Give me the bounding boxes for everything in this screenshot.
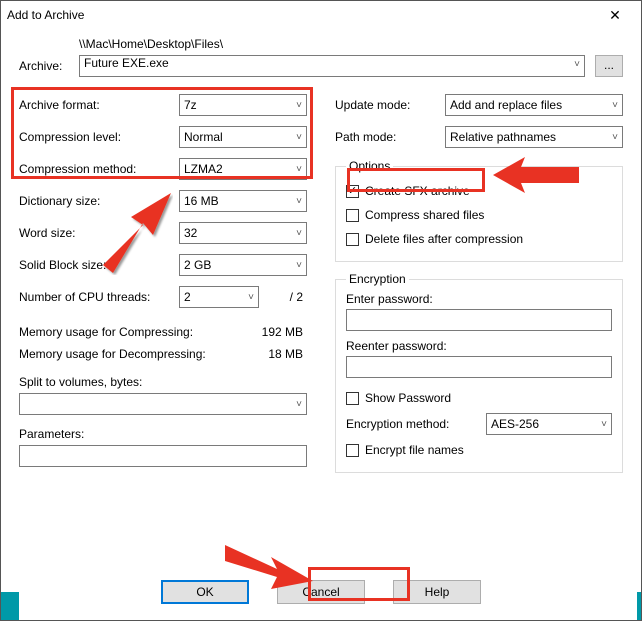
update-mode-select[interactable]: Add and replace files ˅ — [445, 94, 623, 116]
solid-block-size-select[interactable]: 2 GB ˅ — [179, 254, 307, 276]
memory-decompress-value: 18 MB — [268, 347, 307, 361]
chevron-down-icon: ˅ — [296, 260, 302, 271]
encrypt-filenames-checkbox[interactable] — [346, 444, 359, 457]
reenter-password-label: Reenter password: — [346, 339, 612, 353]
compression-method-select[interactable]: LZMA2 ˅ — [179, 158, 307, 180]
word-size-label: Word size: — [19, 226, 179, 240]
button-bar: OK Cancel Help — [1, 580, 641, 604]
show-password-label: Show Password — [365, 391, 451, 405]
archive-format-select[interactable]: 7z ˅ — [179, 94, 307, 116]
chevron-down-icon: ˅ — [612, 132, 618, 143]
word-size-select[interactable]: 32 ˅ — [179, 222, 307, 244]
chevron-down-icon: ˅ — [296, 399, 302, 410]
parameters-label: Parameters: — [19, 427, 307, 441]
encryption-method-label: Encryption method: — [346, 417, 486, 431]
memory-decompress-label: Memory usage for Decompressing: — [19, 347, 268, 361]
memory-compress-label: Memory usage for Compressing: — [19, 325, 262, 339]
compress-shared-label: Compress shared files — [365, 208, 484, 222]
compression-method-label: Compression method: — [19, 162, 179, 176]
dictionary-size-label: Dictionary size: — [19, 194, 179, 208]
sfx-label: Create SFX archive — [365, 184, 470, 198]
delete-after-checkbox[interactable] — [346, 233, 359, 246]
chevron-down-icon: ˅ — [612, 100, 618, 111]
compression-level-label: Compression level: — [19, 130, 179, 144]
dialog-window: Add to Archive ✕ \\Mac\Home\Desktop\File… — [0, 0, 642, 621]
chevron-down-icon: ˅ — [296, 132, 302, 143]
browse-button[interactable]: ... — [595, 55, 623, 77]
chevron-down-icon: ˅ — [248, 292, 254, 303]
show-password-checkbox[interactable] — [346, 392, 359, 405]
ok-button[interactable]: OK — [161, 580, 249, 604]
compress-shared-checkbox[interactable] — [346, 209, 359, 222]
chevron-down-icon: ˅ — [601, 419, 607, 430]
options-group: Options Create SFX archive Compress shar… — [335, 159, 623, 262]
background-decoration — [1, 592, 19, 620]
dictionary-size-select[interactable]: 16 MB ˅ — [179, 190, 307, 212]
cpu-threads-select[interactable]: 2 ˅ — [179, 286, 259, 308]
chevron-down-icon: ˅ — [296, 196, 302, 207]
chevron-down-icon: ˅ — [574, 59, 580, 70]
encrypt-filenames-label: Encrypt file names — [365, 443, 464, 457]
archive-format-label: Archive format: — [19, 98, 179, 112]
update-mode-label: Update mode: — [335, 98, 445, 112]
archive-path: \\Mac\Home\Desktop\Files\ — [79, 37, 223, 51]
delete-after-label: Delete files after compression — [365, 232, 523, 246]
solid-block-size-label: Solid Block size: — [19, 258, 179, 272]
chevron-down-icon: ˅ — [296, 164, 302, 175]
path-mode-label: Path mode: — [335, 130, 445, 144]
split-volumes-select[interactable]: ˅ — [19, 393, 307, 415]
chevron-down-icon: ˅ — [296, 228, 302, 239]
cpu-threads-total: / 2 — [259, 290, 307, 304]
right-column: Update mode: Add and replace files ˅ Pat… — [335, 89, 623, 483]
split-volumes-label: Split to volumes, bytes: — [19, 375, 307, 389]
content: \\Mac\Home\Desktop\Files\ Archive: Futur… — [1, 29, 641, 483]
archive-filename-value: Future EXE.exe — [84, 56, 169, 70]
memory-compress-value: 192 MB — [262, 325, 307, 339]
help-button[interactable]: Help — [393, 580, 481, 604]
enter-password-label: Enter password: — [346, 292, 612, 306]
background-decoration — [637, 592, 641, 620]
enter-password-input[interactable] — [346, 309, 612, 331]
cancel-button[interactable]: Cancel — [277, 580, 365, 604]
cpu-threads-label: Number of CPU threads: — [19, 290, 179, 304]
options-title: Options — [346, 159, 393, 173]
close-icon[interactable]: ✕ — [595, 7, 635, 24]
window-title: Add to Archive — [7, 8, 595, 22]
path-mode-select[interactable]: Relative pathnames ˅ — [445, 126, 623, 148]
left-column: Archive format: 7z ˅ Compression level: … — [19, 89, 307, 483]
titlebar: Add to Archive ✕ — [1, 1, 641, 29]
sfx-checkbox[interactable] — [346, 185, 359, 198]
parameters-input[interactable] — [19, 445, 307, 467]
archive-label: Archive: — [19, 59, 79, 73]
encryption-title: Encryption — [346, 272, 409, 286]
encryption-method-select[interactable]: AES-256 ˅ — [486, 413, 612, 435]
reenter-password-input[interactable] — [346, 356, 612, 378]
compression-level-select[interactable]: Normal ˅ — [179, 126, 307, 148]
archive-filename-input[interactable]: Future EXE.exe ˅ — [79, 55, 585, 77]
chevron-down-icon: ˅ — [296, 100, 302, 111]
encryption-group: Encryption Enter password: Reenter passw… — [335, 272, 623, 473]
